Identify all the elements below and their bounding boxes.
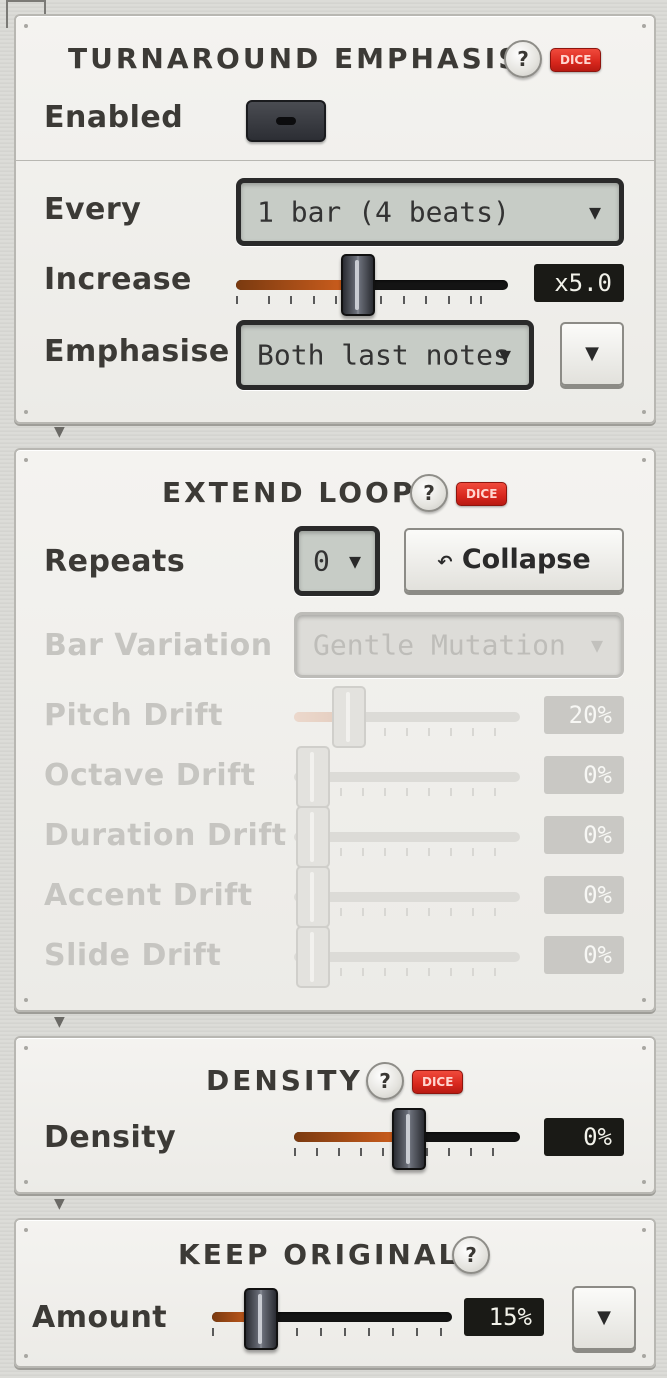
density-panel: DENSITY ? DICE Density 0% [14,1036,656,1194]
octave-drift-label: Octave Drift [44,758,256,793]
undo-icon: ↶ [437,552,453,573]
enabled-label: Enabled [44,100,184,135]
density-label: Density [44,1120,177,1155]
chevron-down-icon: ▼ [590,633,603,657]
panel-title: KEEP ORIGINAL [178,1238,460,1271]
dice-button[interactable]: DICE [456,482,508,506]
pitch-drift-slider-handle [332,686,366,748]
help-button[interactable]: ? [410,474,448,512]
chain-arrow-icon: ▼ [54,1014,65,1030]
collapse-button[interactable]: ↶ Collapse [404,528,624,592]
panel-title: EXTEND LOOP [162,476,416,509]
repeats-select[interactable]: 0 ▼ [294,526,380,596]
duration-drift-slider-handle [296,806,330,868]
increase-slider-handle[interactable] [341,254,375,316]
amount-menu-button[interactable]: ▼ [572,1286,636,1350]
emphasise-menu-button[interactable]: ▼ [560,322,624,386]
pitch-drift-label: Pitch Drift [44,698,224,733]
chain-arrow-icon: ▼ [54,424,65,440]
every-label: Every [44,192,142,227]
help-button[interactable]: ? [366,1062,404,1100]
emphasise-label: Emphasise [44,334,230,369]
panel-title: TURNAROUND EMPHASIS [68,42,522,75]
duration-drift-label: Duration Drift [44,818,287,853]
help-button[interactable]: ? [452,1236,490,1274]
accent-drift-value: 0% [544,876,624,914]
density-slider-handle[interactable] [392,1108,426,1170]
dice-button[interactable]: DICE [412,1070,464,1094]
emphasise-select[interactable]: Both last notes ▼ [236,320,534,390]
octave-drift-value: 0% [544,756,624,794]
every-select[interactable]: 1 bar (4 beats) ▼ [236,178,624,246]
repeats-label: Repeats [44,544,186,579]
octave-drift-slider-handle [296,746,330,808]
chevron-down-icon: ▼ [498,343,511,367]
pitch-drift-value: 20% [544,696,624,734]
slide-drift-value: 0% [544,936,624,974]
amount-value: 15% [464,1298,544,1336]
chain-arrow-icon: ▼ [54,1196,65,1212]
accent-drift-slider-handle [296,866,330,928]
amount-label: Amount [32,1300,168,1335]
enabled-toggle[interactable] [246,100,326,142]
panel-title: DENSITY [206,1064,363,1097]
help-button[interactable]: ? [504,40,542,78]
chevron-down-icon: ▼ [588,200,601,224]
duration-drift-value: 0% [544,816,624,854]
slide-drift-slider-handle [296,926,330,988]
dice-button[interactable]: DICE [550,48,602,72]
accent-drift-label: Accent Drift [44,878,253,913]
amount-slider-handle[interactable] [244,1288,278,1350]
extend-loop-panel: EXTEND LOOP ? DICE Repeats 0 ▼ ↶ Collaps… [14,448,656,1012]
turnaround-emphasis-panel: TURNAROUND EMPHASIS ? DICE Enabled Every… [14,14,656,424]
increase-label: Increase [44,262,192,297]
bar-variation-label: Bar Variation [44,628,273,663]
increase-value: x5.0 [534,264,624,302]
bar-variation-select: Gentle Mutation ▼ [294,612,624,678]
density-value: 0% [544,1118,624,1156]
chevron-down-icon: ▼ [348,549,361,573]
slide-drift-label: Slide Drift [44,938,222,973]
chevron-down-icon: ▼ [585,343,599,364]
pitch-drift-slider-track [294,712,520,722]
chevron-down-icon: ▼ [597,1307,611,1328]
keep-original-panel: KEEP ORIGINAL ? Amount 15% ▼ [14,1218,656,1368]
